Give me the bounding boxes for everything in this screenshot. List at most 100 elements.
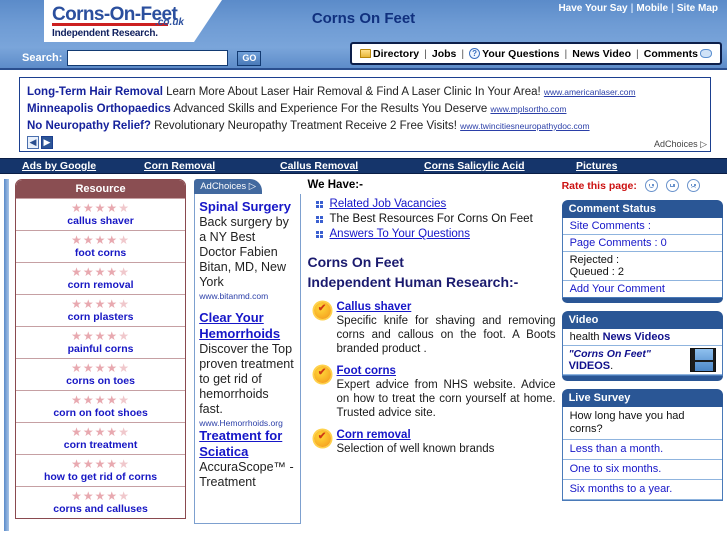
resource-link[interactable]: painful corns — [16, 343, 185, 355]
rejected-text: Rejected : — [569, 254, 620, 266]
sidebar-ad-title[interactable]: Treatment for Sciatica — [199, 428, 295, 460]
nav-item-directory[interactable]: Directory — [373, 48, 419, 60]
we-have-link[interactable]: Answers To Your Questions — [330, 228, 470, 240]
resource-link[interactable]: corns and calluses — [16, 503, 185, 515]
resource-item[interactable]: ★★★★★ corns and calluses — [15, 486, 186, 518]
ad-url[interactable]: www.twincitiesneuropathydoc.com — [460, 121, 589, 131]
rate-happy-icon[interactable] — [644, 179, 658, 192]
add-comment-row[interactable]: Add Your Comment — [563, 281, 722, 297]
rate-neutral-icon[interactable] — [665, 179, 679, 192]
we-have-list: Related Job Vacancies The Best Resources… — [315, 198, 556, 240]
entry-title-link[interactable]: Foot corns — [337, 365, 396, 377]
resource-link[interactable]: corn plasters — [16, 311, 185, 323]
rate-label: Rate this page: — [561, 179, 637, 192]
resource-item[interactable]: ★★★★★ corn plasters — [15, 294, 186, 326]
resource-item[interactable]: ★★★★★ painful corns — [15, 326, 186, 358]
ad-url[interactable]: www.mplsortho.com — [490, 104, 566, 114]
videos-word[interactable]: VIDEOS — [569, 360, 611, 372]
top-link-site-map[interactable]: Site Map — [674, 3, 721, 14]
main-content: We Have:- Related Job Vacancies The Best… — [308, 179, 556, 531]
resource-link[interactable]: corns on toes — [16, 375, 185, 387]
add-your-comment-link[interactable]: Add Your Comment — [570, 283, 665, 295]
adchoices-tab[interactable]: AdChoices ▷ — [194, 179, 263, 194]
tab-callus-removal[interactable]: Callus Removal — [280, 160, 424, 172]
list-item: The Best Resources For Corns On Feet — [315, 213, 556, 225]
sidebar-ad-url[interactable]: www.Hemorrhoids.org — [199, 418, 295, 428]
left-edge-decoration — [4, 179, 9, 531]
survey-option-link[interactable]: Less than a month. — [570, 443, 664, 455]
survey-option[interactable]: Less than a month. — [562, 440, 723, 460]
ad-description: Learn More About Laser Hair Removal & Fi… — [166, 86, 541, 98]
resource-item[interactable]: ★★★★★ corn on foot shoes — [15, 390, 186, 422]
survey-option-link[interactable]: Six months to a year. — [570, 483, 673, 495]
sidebar-ad[interactable]: Clear Your Hemorrhoids Discover the Top … — [199, 310, 295, 428]
sidebar-ad-url[interactable]: www.bitanmd.com — [199, 291, 295, 301]
sidebar-ad-title[interactable]: Clear Your Hemorrhoids — [199, 310, 295, 342]
sidebar-ad[interactable]: Treatment for Sciatica AccuraScope™ - Tr… — [199, 428, 295, 490]
comment-status-title: Comment Status — [561, 200, 724, 218]
resource-item[interactable]: ★★★★★ corns on toes — [15, 358, 186, 390]
resource-link[interactable]: corn treatment — [16, 439, 185, 451]
top-link-mobile[interactable]: Mobile — [633, 3, 671, 14]
ad-line[interactable]: Minneapolis Orthopaedics Advanced Skills… — [27, 102, 703, 116]
resource-link[interactable]: how to get rid of corns — [16, 471, 185, 483]
entry-title-link[interactable]: Corn removal — [337, 429, 411, 441]
ad-line[interactable]: Long-Term Hair Removal Learn More About … — [27, 85, 703, 99]
entry-description: Specific knife for shaving and removing … — [336, 315, 556, 355]
survey-option[interactable]: Six months to a year. — [562, 480, 723, 500]
video-feature-row[interactable]: "Corns On Feet" VIDEOS. — [562, 346, 723, 375]
rate-sad-icon[interactable] — [686, 179, 700, 192]
ad-headline[interactable]: Minneapolis Orthopaedics — [27, 103, 171, 115]
resource-item[interactable]: ★★★★★ callus shaver — [15, 198, 186, 230]
resource-item[interactable]: ★★★★★ corn removal — [15, 262, 186, 294]
resource-item[interactable]: ★★★★★ how to get rid of corns — [15, 454, 186, 486]
tab-pictures[interactable]: Pictures — [576, 160, 617, 172]
resource-link[interactable]: callus shaver — [16, 215, 185, 227]
survey-option-link[interactable]: One to six months. — [570, 463, 662, 475]
ad-url[interactable]: www.americanlaser.com — [544, 87, 636, 97]
nav-item-jobs[interactable]: Jobs — [432, 48, 457, 60]
resource-link[interactable]: corn on foot shoes — [16, 407, 185, 419]
page-comments-link[interactable]: Page Comments : 0 — [570, 237, 667, 249]
search-go-button[interactable]: GO — [237, 50, 262, 66]
survey-option[interactable]: One to six months. — [562, 460, 723, 480]
list-item[interactable]: Related Job Vacancies — [315, 198, 556, 210]
news-videos-link[interactable]: News Videos — [603, 331, 671, 343]
rating-stars-icon: ★★★★★ — [71, 425, 130, 439]
tab-ads-by-google[interactable]: Ads by Google — [22, 160, 144, 172]
tab-corns-salicylic-acid[interactable]: Corns Salicylic Acid — [424, 160, 576, 172]
news-videos-row[interactable]: health News Videos — [562, 329, 723, 346]
we-have-link[interactable]: Related Job Vacancies — [330, 198, 447, 210]
sidebar-ad-title[interactable]: Spinal Surgery — [199, 199, 295, 215]
resource-link[interactable]: corn removal — [16, 279, 185, 291]
health-text: health — [569, 331, 603, 343]
sidebar-ad[interactable]: Spinal Surgery Back surgery by a NY Best… — [199, 199, 295, 301]
entry-body: Callus shaver Specific knife for shaving… — [337, 301, 556, 356]
nav-item-news-video[interactable]: News Video — [572, 48, 631, 60]
resource-link[interactable]: foot corns — [16, 247, 185, 259]
rate-this-page: Rate this page: — [562, 179, 723, 192]
adchoices-label[interactable]: AdChoices ▷ — [651, 138, 710, 151]
ad-prev-arrow-icon[interactable]: ◀ — [27, 136, 39, 149]
resource-panel: Resource ★★★★★ callus shaver ★★★★★ foot … — [14, 179, 187, 519]
resource-sidebar: Resource ★★★★★ callus shaver ★★★★★ foot … — [14, 179, 187, 531]
film-strip-icon[interactable] — [690, 348, 717, 372]
top-link-have-your-say[interactable]: Have Your Say — [555, 3, 630, 14]
ad-line[interactable]: No Neuropathy Relief? Revolutionary Neur… — [27, 119, 703, 133]
ad-headline[interactable]: Long-Term Hair Removal — [27, 86, 163, 98]
resource-item[interactable]: ★★★★★ corn treatment — [15, 422, 186, 454]
site-comments-link[interactable]: Site Comments : — [570, 220, 651, 232]
search-input[interactable] — [67, 50, 229, 66]
resource-item[interactable]: ★★★★★ foot corns — [15, 230, 186, 262]
separator: | — [461, 47, 465, 60]
ad-next-arrow-icon[interactable]: ▶ — [41, 136, 53, 149]
tab-corn-removal[interactable]: Corn Removal — [144, 160, 280, 172]
survey-question: How long have you had corns? — [562, 407, 723, 440]
nav-item-your-questions[interactable]: Your Questions — [482, 48, 559, 60]
ad-headline[interactable]: No Neuropathy Relief? — [27, 120, 151, 132]
nav-item-comments[interactable]: Comments — [644, 48, 698, 60]
page-comments-row[interactable]: Page Comments : 0 — [562, 235, 723, 252]
list-item[interactable]: Answers To Your Questions — [315, 228, 556, 240]
site-comments-row[interactable]: Site Comments : — [562, 218, 723, 235]
entry-title-link[interactable]: Callus shaver — [337, 301, 412, 313]
